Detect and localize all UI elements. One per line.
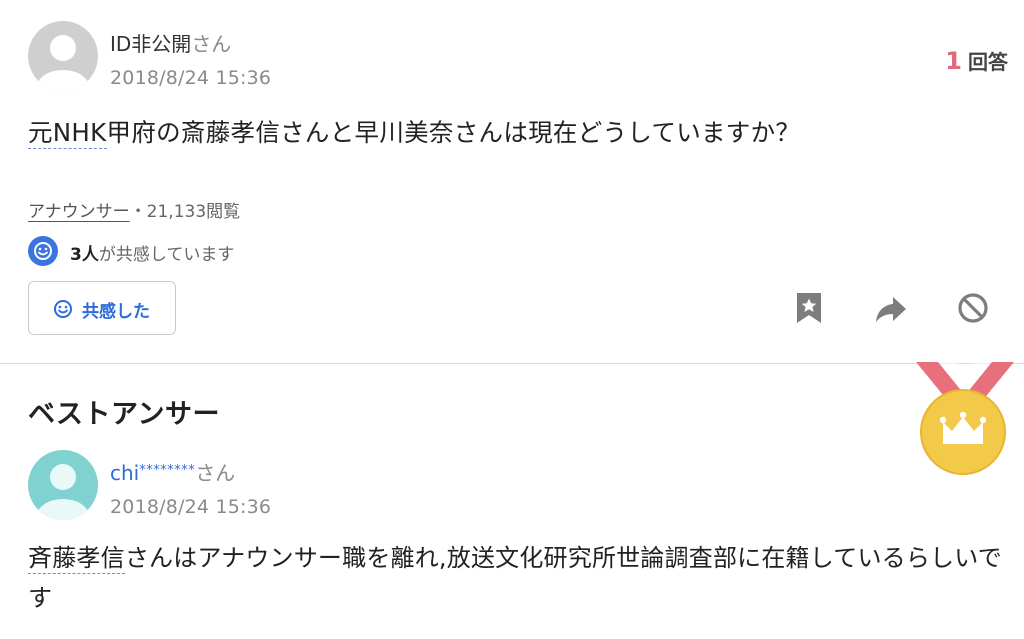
section-divider	[0, 363, 1024, 364]
answer-text: 斉藤孝信さんはアナウンサー職を離れ,放送文化研究所世論調査部に在籍しているらしい…	[28, 538, 1003, 618]
smile-face-icon	[28, 236, 58, 266]
question-date: 2018/8/24 15:36	[110, 67, 272, 89]
answerer-name[interactable]: chi********さん	[110, 457, 235, 486]
empathy-button[interactable]: 共感した	[28, 281, 176, 335]
answer-count-number: 1	[945, 47, 962, 75]
best-answer-title: ベストアンサー	[28, 399, 220, 430]
empathy-count: 3人	[70, 245, 99, 265]
empathy-text: 3人が共感しています	[70, 240, 234, 265]
answer-date: 2018/8/24 15:36	[110, 496, 272, 518]
answer-count-label: 回答	[968, 50, 1008, 74]
view-count: ・21,133閲覧	[129, 202, 241, 222]
questioner-avatar[interactable]	[28, 21, 98, 91]
answerer-name-masked: ********	[139, 463, 196, 478]
question-header: ID非公開さん 2018/8/24 15:36 1 回答	[28, 20, 1008, 94]
question-page: ID非公開さん 2018/8/24 15:36 1 回答 元NHK甲府の斎藤孝信さ…	[0, 0, 1024, 639]
answerer-name-text: chi	[110, 461, 140, 485]
bookmark-star-icon[interactable]	[790, 289, 828, 327]
category-link[interactable]: アナウンサー	[28, 202, 130, 222]
questioner-name: ID非公開さん	[110, 28, 231, 57]
answerer-avatar[interactable]	[28, 450, 98, 520]
question-keyword-link[interactable]: 元NHK	[28, 118, 107, 149]
answer-text-rest: さんはアナウンサー職を離れ,放送文化研究所世論調査部に在籍しているらしいです	[28, 544, 1002, 612]
question-meta: アナウンサー・21,133閲覧	[28, 197, 240, 222]
answerer-name-suffix: さん	[195, 461, 236, 485]
smile-outline-icon	[54, 300, 72, 318]
answer-keyword-link[interactable]: 斉藤孝信	[28, 544, 125, 574]
crown-medal-icon	[906, 362, 1024, 482]
answer-count[interactable]: 1 回答	[945, 46, 1008, 75]
answer-header: chi********さん 2018/8/24 15:36	[28, 450, 728, 524]
empathy-button-label: 共感した	[82, 302, 150, 322]
block-circle-icon[interactable]	[954, 289, 992, 327]
question-text-rest: 甲府の斎藤孝信さんと早川美奈さんは現在どうしていますか？	[106, 118, 801, 147]
questioner-name-text: ID非公開	[110, 32, 192, 56]
question-text: 元NHK甲府の斎藤孝信さんと早川美奈さんは現在どうしていますか？	[28, 114, 800, 149]
questioner-name-suffix: さん	[191, 32, 232, 56]
share-arrow-icon[interactable]	[872, 289, 910, 327]
empathy-label: が共感しています	[98, 245, 235, 265]
